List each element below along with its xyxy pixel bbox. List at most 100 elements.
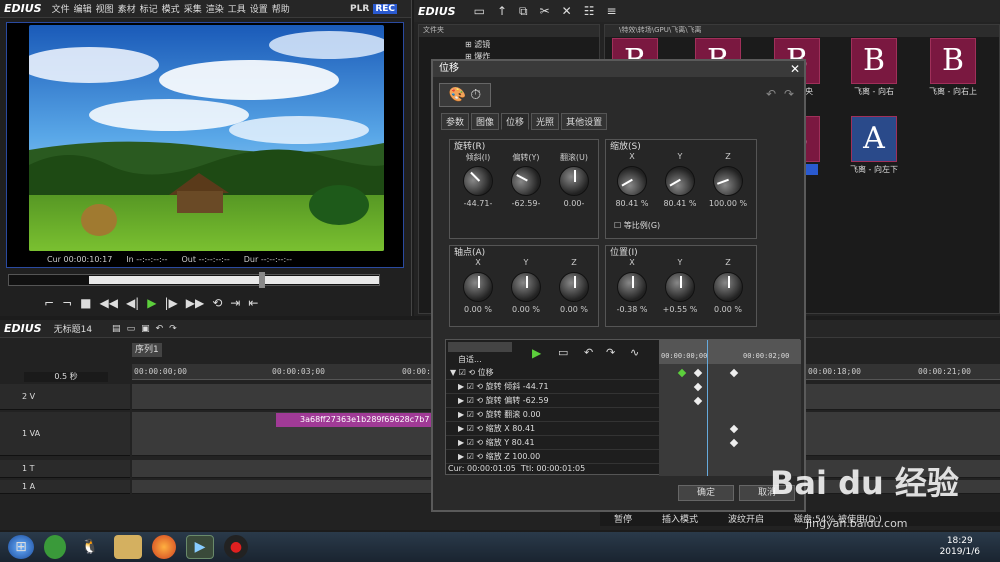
menu-render[interactable]: 渲染 xyxy=(206,2,224,15)
effect-thumb[interactable]: A xyxy=(851,116,897,162)
track-header[interactable]: 1 VA xyxy=(0,412,130,456)
anchor-y-knob[interactable] xyxy=(511,272,541,302)
delete-icon[interactable]: ✕ xyxy=(562,4,572,18)
proportional-checkbox[interactable]: ☐ 等比例(G) xyxy=(614,220,660,231)
position-x-knob[interactable] xyxy=(617,272,647,302)
redo-icon[interactable]: ↷ xyxy=(169,324,177,334)
scale-x-knob[interactable] xyxy=(611,160,653,202)
edius-task-icon[interactable]: ▶ xyxy=(186,535,214,559)
menu-mode[interactable]: 模式 xyxy=(162,2,180,15)
position-z-knob[interactable] xyxy=(713,272,743,302)
ok-button[interactable]: 确定 xyxy=(678,485,734,501)
effect-thumb[interactable]: B xyxy=(851,38,897,84)
plr-button[interactable]: PLR xyxy=(348,4,371,14)
list-icon[interactable]: ≡ xyxy=(606,4,616,18)
menu-capture[interactable]: 采集 xyxy=(184,2,202,15)
keyframe-marker[interactable] xyxy=(729,424,739,434)
track-header[interactable]: 1 A xyxy=(0,480,130,494)
close-icon[interactable]: ✕ xyxy=(790,61,800,77)
kf-graph[interactable]: 00:00:00;00 00:00:02;00 xyxy=(659,340,801,476)
keyframe-marker[interactable] xyxy=(677,368,687,378)
menu-edit[interactable]: 编辑 xyxy=(74,2,92,15)
pan-knob[interactable] xyxy=(505,160,547,202)
kf-playhead[interactable] xyxy=(707,340,708,476)
anchor-x-knob[interactable] xyxy=(463,272,493,302)
step-forward-icon[interactable]: |▶ xyxy=(164,296,177,310)
record-icon[interactable]: ● xyxy=(224,535,248,559)
monitor-icon[interactable]: ▭ xyxy=(558,346,568,359)
clock-icon[interactable]: ⏱ xyxy=(470,87,481,103)
insert-icon[interactable]: ⇥ xyxy=(230,296,240,310)
keyframe-marker[interactable] xyxy=(729,368,739,378)
menu-tools[interactable]: 工具 xyxy=(228,2,246,15)
tab-lighting[interactable]: 光照 xyxy=(531,113,560,130)
step-back-icon[interactable]: ◀| xyxy=(126,296,139,310)
redo-icon[interactable]: ↷ xyxy=(606,346,615,359)
undo-icon[interactable]: ↶ xyxy=(156,324,164,334)
kf-row[interactable]: ▶ ☑ ⟲ 旋转 偏转 -62.59 xyxy=(446,394,659,408)
redo-icon[interactable]: ↷ xyxy=(784,87,794,101)
kf-row[interactable]: ▶ ☑ ⟲ 缩放 Y 80.41 xyxy=(446,436,659,450)
anchor-z-knob[interactable] xyxy=(559,272,589,302)
overwrite-icon[interactable]: ⇤ xyxy=(248,296,258,310)
menu-file[interactable]: 文件 xyxy=(52,2,70,15)
play-icon[interactable]: ▶ xyxy=(147,296,156,310)
kf-row[interactable]: ▶ ☑ ⟲ 旋转 倾斜 -44.71 xyxy=(446,380,659,394)
tab-params[interactable]: 参数 xyxy=(441,113,470,130)
rewind-icon[interactable]: ◀◀ xyxy=(99,296,117,310)
copy-icon[interactable]: ⧉ xyxy=(519,4,528,19)
tab-other[interactable]: 其他设置 xyxy=(561,113,608,130)
menu-view[interactable]: 视图 xyxy=(96,2,114,15)
keyframe-marker[interactable] xyxy=(729,438,739,448)
track-header[interactable]: 2 V xyxy=(0,384,130,410)
kf-mode-select[interactable]: 自适... xyxy=(458,354,482,365)
set-in-icon[interactable]: ⌐ xyxy=(44,296,54,310)
kf-row[interactable]: ▶ ☑ ⟲ 旋转 翻滚 0.00 xyxy=(446,408,659,422)
fast-forward-icon[interactable]: ▶▶ xyxy=(186,296,204,310)
keyframe-marker[interactable] xyxy=(693,396,703,406)
scrub-bar[interactable] xyxy=(8,272,380,288)
up-icon[interactable]: ↑ xyxy=(497,4,507,18)
roll-knob[interactable] xyxy=(559,166,589,196)
play-icon[interactable]: ▶ xyxy=(532,346,541,360)
open-icon[interactable]: ▭ xyxy=(127,324,136,334)
menu-marker[interactable]: 标记 xyxy=(140,2,158,15)
folder-icon[interactable]: ▭ xyxy=(474,4,485,18)
rec-button[interactable]: REC xyxy=(373,3,397,14)
kf-row[interactable]: ▼ ☑ ⟲ 位移 xyxy=(446,366,659,380)
app-icon-green[interactable] xyxy=(44,535,66,559)
undo-icon[interactable]: ↶ xyxy=(584,346,593,359)
undo-icon[interactable]: ↶ xyxy=(766,87,776,101)
video-clip[interactable]: 3a68ff27363e1b289f69628c7b7 xyxy=(276,413,436,427)
save-icon[interactable]: ▣ xyxy=(141,324,150,334)
scrub-handle[interactable] xyxy=(259,272,265,288)
qq-icon[interactable]: 🐧 xyxy=(76,535,104,559)
effect-thumb[interactable]: B xyxy=(930,38,976,84)
palette-icon[interactable]: 🎨 xyxy=(449,87,466,103)
firefox-icon[interactable] xyxy=(152,535,176,559)
stop-icon[interactable]: ■ xyxy=(80,296,91,310)
cut-icon[interactable]: ✂ xyxy=(540,4,550,18)
position-y-knob[interactable] xyxy=(665,272,695,302)
keyframe-marker[interactable] xyxy=(693,382,703,392)
zoom-selector[interactable]: 0.5 秒 xyxy=(24,372,108,382)
kf-row[interactable]: ▶ ☑ ⟲ 缩放 Z 100.00 xyxy=(446,450,659,464)
tilt-knob[interactable] xyxy=(456,159,500,203)
view-icon[interactable]: ☷ xyxy=(584,4,595,18)
kf-slider[interactable] xyxy=(448,342,512,352)
sequence-tab[interactable]: 序列1 xyxy=(132,343,162,357)
set-out-icon[interactable]: ¬ xyxy=(62,296,72,310)
graph-icon[interactable]: ∿ xyxy=(630,346,639,359)
menu-settings[interactable]: 设置 xyxy=(250,2,268,15)
start-icon[interactable]: ⊞ xyxy=(8,535,34,559)
new-icon[interactable]: ▤ xyxy=(112,324,121,334)
system-clock[interactable]: 18:29 2019/1/6 xyxy=(940,536,980,558)
tree-item[interactable]: ⊞ 滤镜 xyxy=(465,39,599,51)
tab-transform[interactable]: 位移 xyxy=(501,113,530,130)
scale-y-knob[interactable] xyxy=(659,160,701,202)
keyframe-marker[interactable] xyxy=(693,368,703,378)
loop-icon[interactable]: ⟲ xyxy=(212,296,222,310)
menu-help[interactable]: 帮助 xyxy=(272,2,290,15)
explorer-icon[interactable] xyxy=(114,535,142,559)
scale-z-knob[interactable] xyxy=(708,161,748,201)
